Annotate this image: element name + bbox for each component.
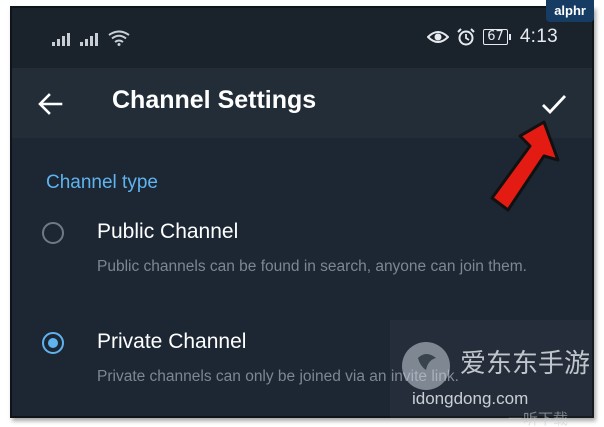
alarm-icon — [457, 28, 475, 46]
status-right: 67 4:13 — [427, 26, 558, 48]
option-label: Private Channel — [97, 330, 247, 353]
option-label: Public Channel — [97, 220, 239, 243]
checkmark-icon[interactable] — [539, 89, 569, 119]
wifi-icon — [108, 30, 130, 46]
watermark-domain: idongdong.com — [412, 389, 528, 408]
status-time: 4:13 — [519, 26, 558, 47]
section-header-channel-type: Channel type — [46, 172, 158, 193]
signal-icon — [52, 32, 70, 46]
watermark-tagline: 一听下载 — [508, 410, 568, 427]
option-description: Public channels can be found in search, … — [97, 258, 527, 275]
eye-icon — [427, 31, 450, 43]
annotation-arrow-icon — [490, 120, 560, 212]
signal-icon — [80, 32, 98, 46]
radio-button-selected[interactable] — [42, 332, 64, 354]
site-watermark: 爱东东手游 idongdong.com 一听下载 — [402, 342, 590, 427]
alphr-logo: alphr — [546, 0, 594, 22]
page-title: Channel Settings — [112, 86, 317, 114]
battery-indicator: 67 — [483, 29, 511, 45]
watermark-site-name: 爱东东手游 — [460, 349, 590, 379]
status-left — [52, 30, 130, 46]
status-bar: 67 4:13 — [12, 8, 592, 68]
radio-button[interactable] — [42, 222, 64, 244]
back-arrow-icon[interactable] — [36, 90, 64, 118]
